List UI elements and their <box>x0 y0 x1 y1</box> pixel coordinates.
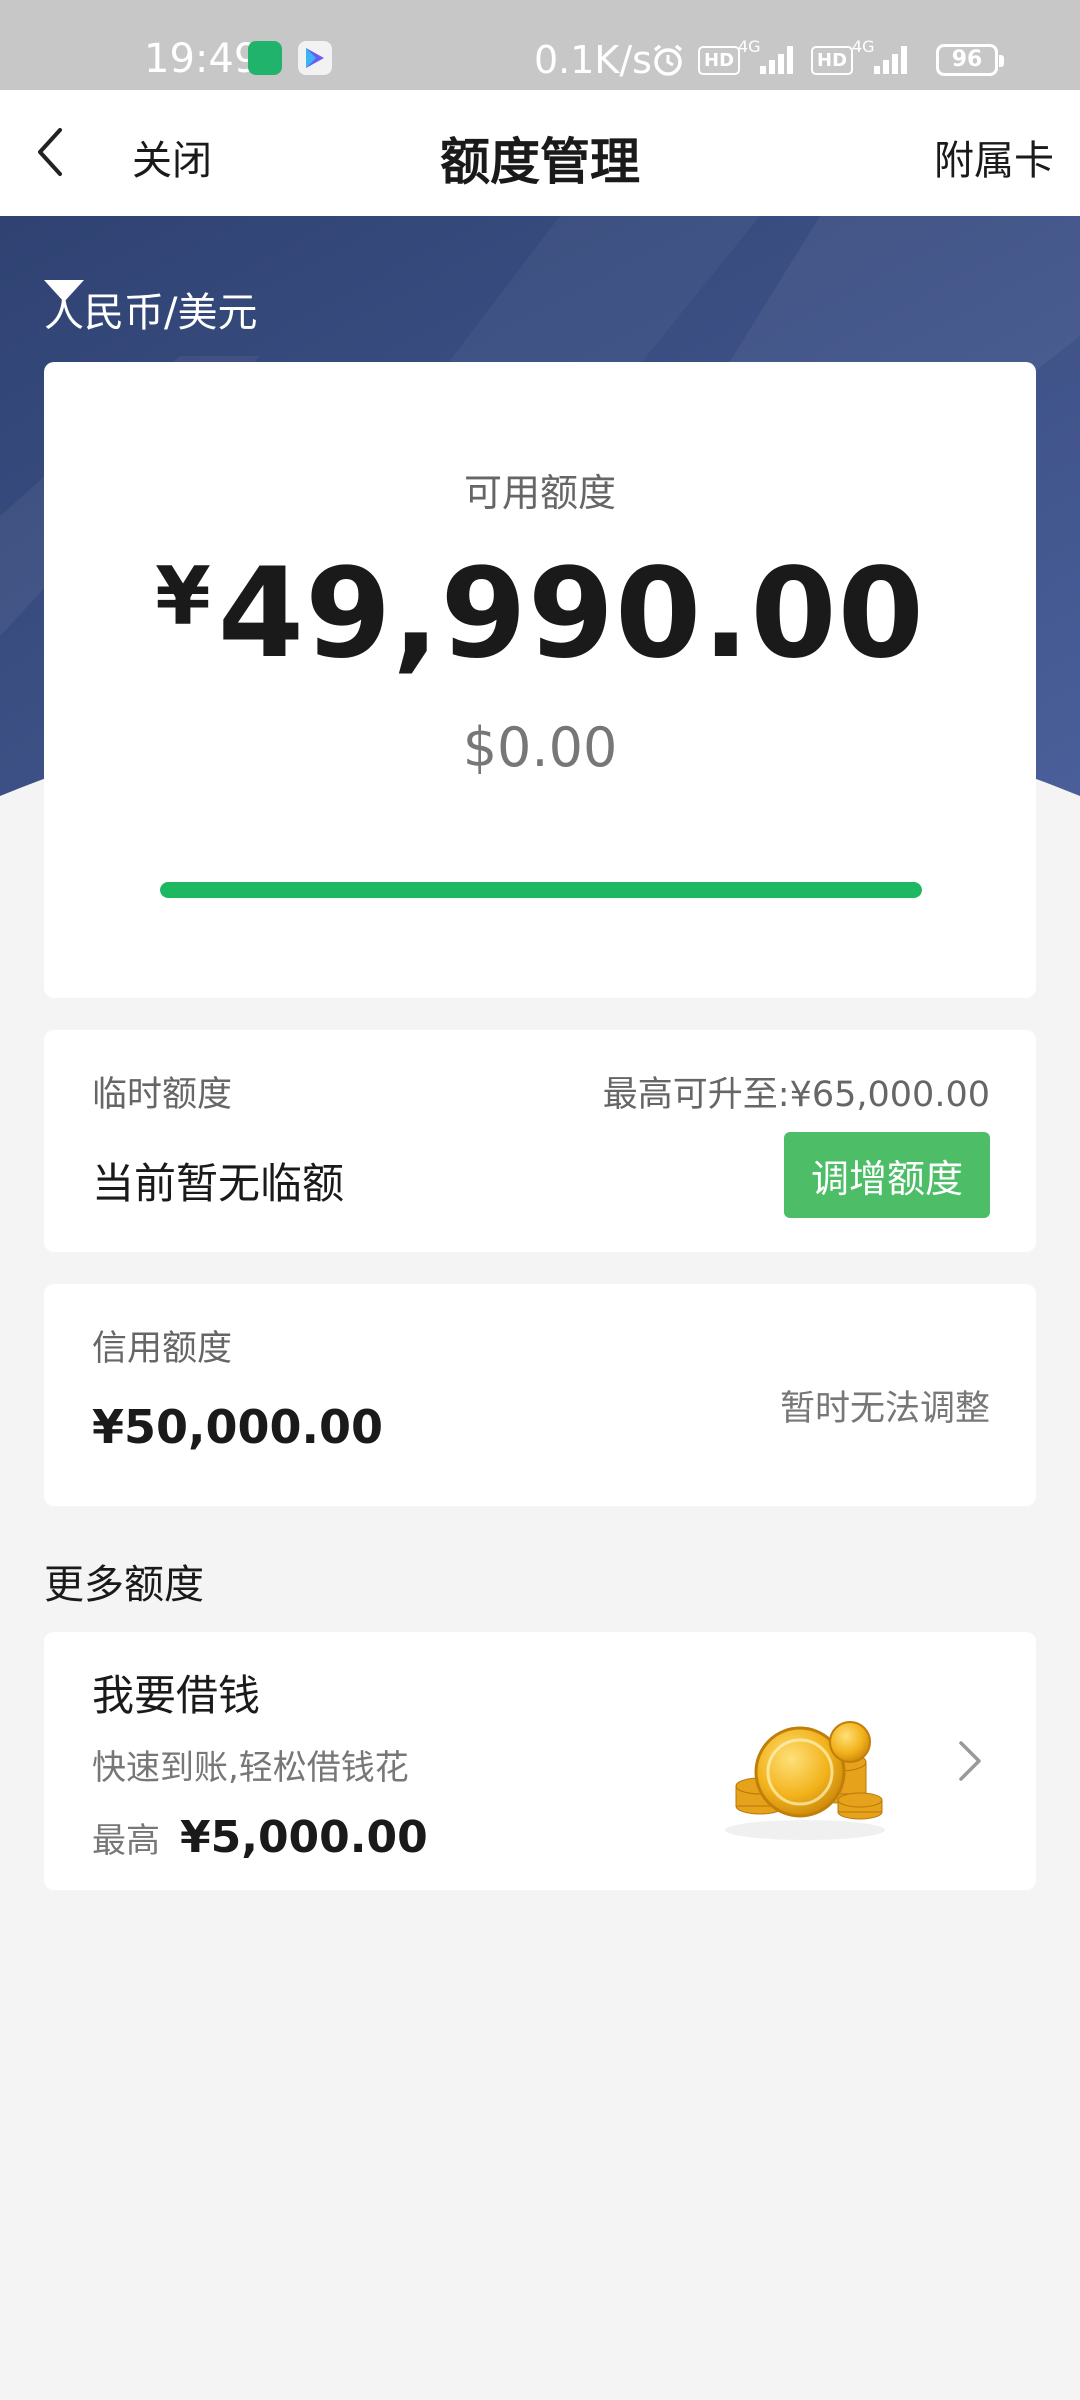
increase-limit-button[interactable]: 调增额度 <box>784 1132 990 1218</box>
temporary-max: 最高可升至:¥65,000.00 <box>602 1075 990 1115</box>
sub-card-link[interactable]: 附属卡 <box>934 128 1054 186</box>
battery-icon: 96 <box>936 44 1004 76</box>
hd-icon: HD <box>698 46 741 75</box>
play-store-icon <box>298 41 332 75</box>
available-amount-value: 49,990.00 <box>217 542 925 686</box>
loan-card[interactable]: 我要借钱 快速到账,轻松借钱花 最高 ¥5,000.00 <box>44 1632 1036 1890</box>
more-limits-heading: 更多额度 <box>44 1562 204 1608</box>
nav-bar: 关闭 额度管理 附属卡 <box>0 90 1080 216</box>
temporary-limit-card: 临时额度 最高可升至:¥65,000.00 当前暂无临额 调增额度 <box>44 1030 1036 1252</box>
available-limit-card: 可用额度 ¥49,990.00 $0.00 <box>44 362 1036 998</box>
signal-icon: 4G <box>738 37 802 87</box>
temporary-title: 临时额度 <box>92 1075 233 1115</box>
svg-text:4G: 4G <box>738 38 761 56</box>
available-usd: $0.00 <box>462 716 618 779</box>
credit-title: 信用额度 <box>92 1329 233 1369</box>
gold-coins-icon <box>700 1702 910 1846</box>
available-label: 可用额度 <box>463 471 616 515</box>
currency-symbol: ¥ <box>155 550 212 643</box>
credit-note: 暂时无法调整 <box>779 1389 990 1429</box>
svg-text:4G: 4G <box>852 38 875 56</box>
loan-max-amount: ¥5,000.00 <box>180 1812 428 1863</box>
credit-value: ¥50,000.00 <box>92 1400 384 1454</box>
security-app-icon <box>248 41 282 75</box>
available-amount: ¥49,990.00 <box>44 542 1036 686</box>
loan-max-label: 最高 <box>92 1821 160 1861</box>
loan-subtitle: 快速到账,轻松借钱花 <box>92 1748 409 1788</box>
alarm-icon <box>650 42 686 87</box>
status-bar: 19:49 0.1K/s HD 4G HD 4G 96 <box>0 0 1080 90</box>
signal-icon: 4G <box>852 37 916 87</box>
loan-max-row: 最高 ¥5,000.00 <box>92 1812 428 1863</box>
network-speed: 0.1K/s <box>534 38 652 82</box>
usage-progress-fill <box>160 882 922 898</box>
hd-icon: HD <box>811 46 854 75</box>
credit-limit-card: 信用额度 ¥50,000.00 暂时无法调整 <box>44 1284 1036 1506</box>
page-title: 额度管理 <box>440 133 640 191</box>
usage-progress-bar <box>160 882 922 898</box>
temporary-status: 当前暂无临额 <box>92 1159 345 1208</box>
currency-selector[interactable]: 人民币/美元 <box>44 280 275 338</box>
status-time: 19:49 <box>144 36 260 82</box>
chevron-right-icon <box>958 1740 982 1786</box>
loan-title: 我要借钱 <box>92 1671 261 1720</box>
